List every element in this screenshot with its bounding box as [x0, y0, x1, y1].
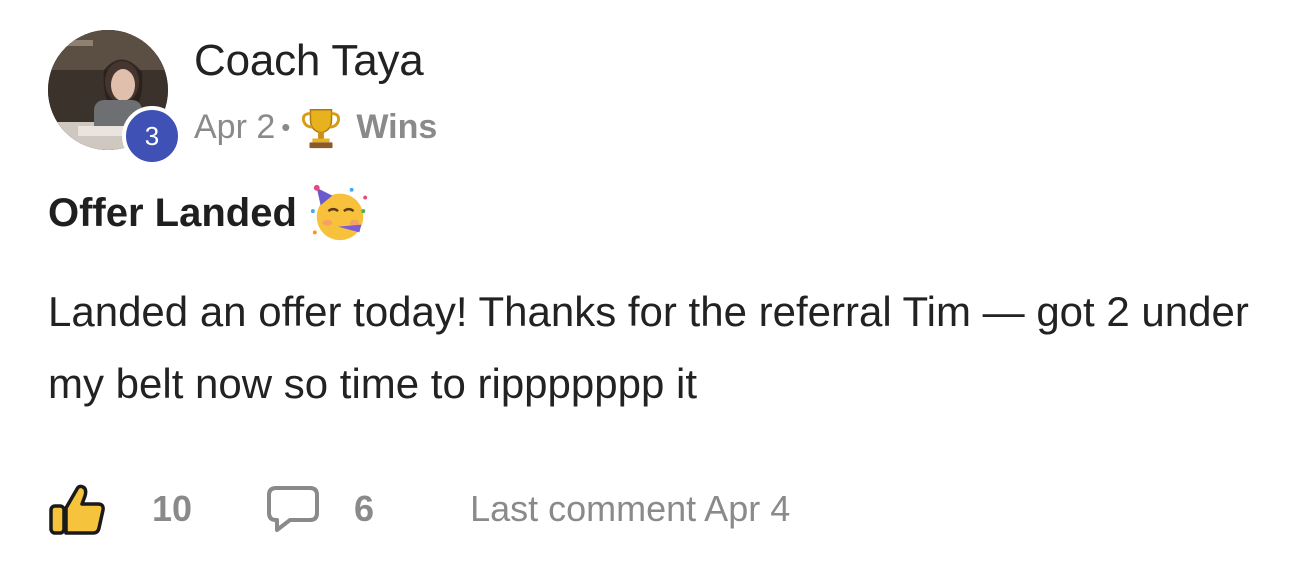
author-name[interactable]: Coach Taya — [194, 36, 424, 86]
category-label[interactable]: Wins — [356, 108, 437, 147]
meta-separator: • — [281, 111, 291, 142]
post-date[interactable]: Apr 2 — [194, 108, 275, 147]
trophy-icon — [302, 109, 341, 149]
post-title-row: Offer Landed — [48, 180, 371, 246]
post-meta: Apr 2 • Wins — [194, 104, 437, 150]
thumbs-up-icon[interactable] — [48, 482, 108, 536]
last-comment-text[interactable]: Last comment Apr 4 — [470, 488, 790, 530]
post-body: Landed an offer today! Thanks for the re… — [48, 288, 1249, 407]
level-badge: 3 — [122, 106, 182, 166]
post-title[interactable]: Offer Landed — [48, 191, 297, 236]
post-card: 3 Coach Taya Apr 2 • Wins Offer Landed L… — [0, 0, 1290, 578]
comment-count: 6 — [354, 488, 375, 529]
like-count: 10 — [152, 488, 193, 529]
comment-bubble-icon[interactable] — [266, 484, 320, 534]
partying-face-icon — [310, 184, 368, 241]
post-footer: 10 6 Last comment Apr 4 — [48, 482, 790, 536]
